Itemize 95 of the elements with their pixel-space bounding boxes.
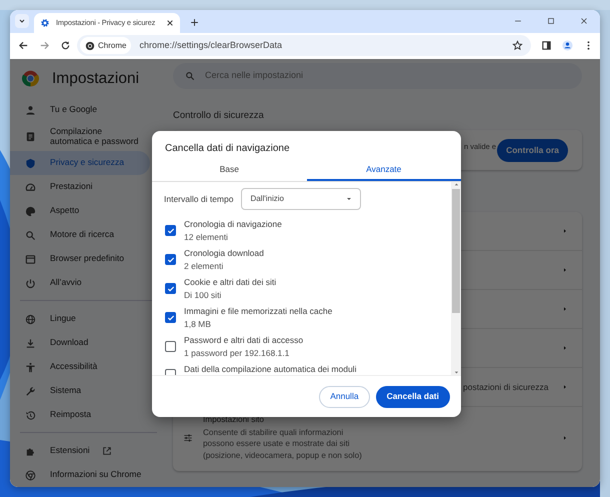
option-label: Cookie e altri dati dei siti (184, 276, 276, 288)
sidebar-item[interactable]: Tu e Google (10, 98, 150, 122)
time-range-dropdown[interactable]: Dall'inizio (241, 188, 362, 210)
dialog-tab[interactable]: Base (152, 160, 306, 181)
option-label: Dati della compilazione automatica dei moduli (184, 363, 356, 375)
close-icon[interactable] (166, 18, 174, 27)
sidebar-item[interactable]: Informazioni su Chrome (10, 463, 150, 487)
row-title: Impostazioni sito (203, 414, 265, 426)
download-icon (25, 338, 36, 348)
plus-icon[interactable] (190, 18, 199, 27)
palette-icon (25, 206, 36, 216)
check-icon (166, 226, 174, 234)
row-description: Consente di stabilire quali informazioni possono essere usate e mostrate dai siti (posizione, videocamera, popup e non solo) (203, 426, 363, 462)
history-icon (25, 410, 36, 420)
search-input[interactable]: Cerca nelle impostazioni (203, 68, 582, 84)
gear-icon (40, 18, 50, 28)
sidebar-item[interactable]: Reimposta (10, 403, 150, 427)
clear-data-button[interactable]: Cancella dati (376, 386, 450, 408)
close-icon[interactable] (579, 16, 589, 26)
chrome-logo-icon (22, 70, 39, 87)
sidebar-item[interactable]: Privacy e sicurezza (10, 151, 150, 175)
option-detail: Di 100 siti (184, 288, 222, 301)
side-panel-icon[interactable] (541, 40, 552, 52)
check-icon (166, 314, 174, 322)
wrench-icon (25, 386, 36, 396)
back-icon[interactable] (18, 40, 29, 52)
check-icon (166, 256, 174, 264)
search-field[interactable]: Cerca nelle impostazioni (173, 63, 582, 89)
address-bar[interactable]: Chrome chrome://settings/clearBrowserData (77, 35, 531, 56)
row-text: postazioni di sicurezza (463, 380, 550, 394)
scrollbar[interactable] (451, 182, 461, 375)
option-label: Cronologia download (184, 247, 264, 260)
option-detail: 1,8 MB (184, 318, 212, 330)
arrow-icon (562, 228, 568, 234)
option-detail: 12 elementi (184, 230, 229, 243)
section-title: Controllo di sicurezza (173, 109, 265, 123)
checkbox[interactable] (165, 341, 176, 352)
profile-icon[interactable] (562, 40, 573, 52)
gauge-icon (25, 182, 36, 192)
check-icon (166, 284, 174, 292)
dialog-title: Cancella dati di navigazione (164, 142, 291, 156)
accessibility-icon (25, 362, 36, 372)
globe-icon (25, 314, 36, 324)
search-icon (25, 230, 36, 240)
option-label: Password e altri dati di accesso (184, 334, 304, 346)
checkbox[interactable] (165, 312, 176, 323)
search-icon (185, 71, 195, 81)
sidebar-item[interactable]: Download (10, 331, 150, 355)
sidebar-item[interactable]: Aspetto (10, 199, 150, 223)
scroll-down-icon (454, 370, 458, 375)
sidebar-item[interactable]: Estensioni (10, 439, 150, 463)
chrome-icon (85, 40, 95, 51)
arrow-icon (562, 267, 568, 274)
arrow-icon (562, 345, 568, 352)
field-label: Intervallo di tempo (164, 192, 234, 206)
sliders-icon (183, 433, 193, 444)
shield-icon (25, 158, 36, 168)
maximize-icon[interactable] (546, 16, 556, 26)
external-link-icon (102, 446, 112, 456)
sidebar-item[interactable]: All’avvio (10, 271, 150, 295)
clipboard-icon (25, 131, 36, 142)
puzzle-icon (25, 446, 36, 456)
tab-list-button[interactable] (15, 14, 29, 28)
checkbox[interactable] (165, 225, 176, 236)
checkbox[interactable] (165, 254, 176, 265)
sidebar-item[interactable]: Browser predefinito (10, 247, 150, 271)
sidebar-item[interactable]: Compilazione automatica e password (10, 122, 150, 151)
arrow-icon (562, 384, 568, 390)
cancel-button[interactable]: Annulla (319, 386, 370, 408)
browser-window-icon (25, 254, 36, 264)
option-label: Immagini e file memorizzati nella cache (184, 305, 332, 318)
forward-icon[interactable] (39, 40, 50, 52)
caret-icon (18, 16, 26, 25)
sidebar-item[interactable]: Accessibilità (10, 355, 150, 379)
sidebar-item[interactable]: Motore di ricerca (10, 223, 150, 247)
person-icon (25, 104, 36, 116)
checkbox[interactable] (165, 283, 176, 294)
settings-title: Impostazioni (52, 68, 140, 89)
star-icon[interactable] (512, 40, 523, 52)
option-detail: 2 elementi (184, 260, 224, 272)
scroll-up-icon (454, 182, 458, 187)
chrome-icon (25, 470, 36, 480)
arrow-icon (562, 435, 568, 442)
caret-icon (346, 196, 352, 202)
sidebar-item[interactable]: Lingue (10, 307, 150, 331)
site-chip[interactable]: Chrome (80, 37, 132, 54)
sidebar-item[interactable]: Sistema (10, 379, 150, 403)
check-now-button[interactable]: Controlla ora (497, 138, 568, 162)
option-detail: 1 password per 192.168.1.1 (184, 346, 290, 359)
option-label: Cronologia di navigazione (184, 218, 282, 230)
dialog-tab[interactable]: Avanzate (306, 160, 461, 181)
sidebar-item[interactable]: Prestazioni (10, 175, 150, 199)
arrow-icon (562, 306, 568, 312)
reload-icon[interactable] (60, 40, 71, 52)
power-icon (25, 278, 36, 288)
